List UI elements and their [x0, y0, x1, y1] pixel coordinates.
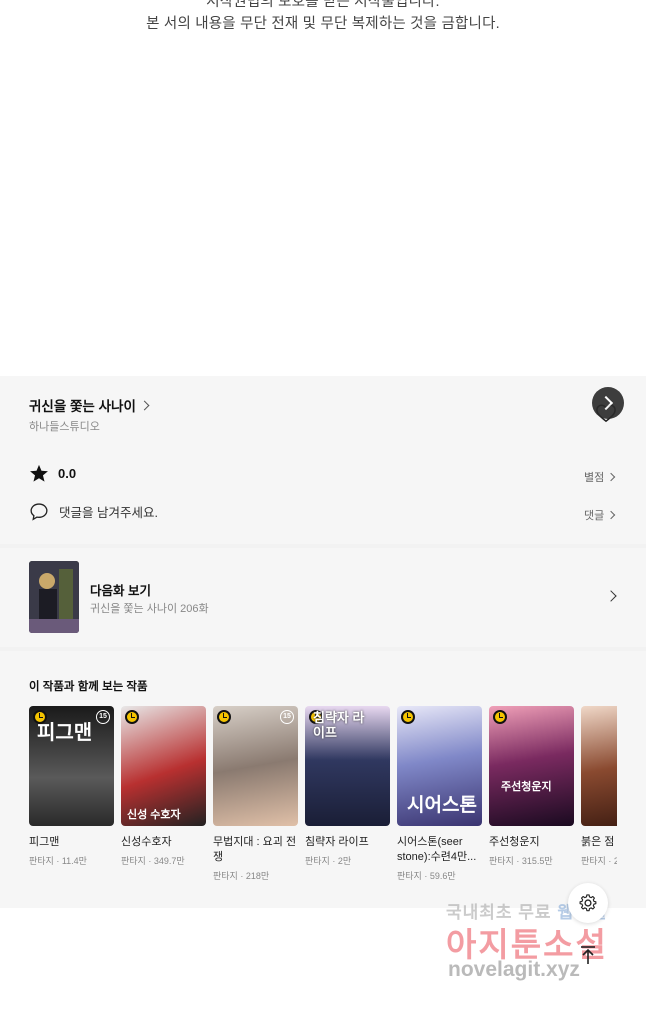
recommendation-cover — [581, 706, 617, 826]
next-episode-thumbnail — [29, 561, 79, 633]
recommendation-card[interactable]: 주선청운지 주선청운지 판타지 · 315.5만 — [489, 706, 574, 867]
recommendation-title: 붉은 점 — [581, 836, 615, 848]
clock-icon — [401, 710, 415, 724]
work-info-section: 귀신을 쫓는 사나이 하나들스튜디오 0.0 별점 댓글을 남겨주세요. 댓글 — [0, 376, 646, 544]
clock-icon — [125, 710, 139, 724]
recommendations-section: 이 작품과 함께 보는 작품 15 피그맨 피그맨 판타지 · 11.4만 신성… — [0, 651, 646, 908]
notice-line-1: 저작권법의 보호를 받는 저작물입니다. — [206, 0, 440, 10]
recommendation-title: 침략자 라이프 — [305, 836, 369, 848]
chevron-right-icon — [607, 472, 616, 482]
rating-value: 0.0 — [58, 466, 77, 481]
chevron-right-icon — [139, 400, 150, 410]
recommendation-title: 신성수호자 — [121, 836, 172, 848]
recommendation-card[interactable]: 신성 수호자 신성수호자 판타지 · 349.7만 — [121, 706, 206, 867]
recommendation-card[interactable]: 붉은 점 판타지 · 2 — [581, 706, 617, 867]
comment-prompt: 댓글을 남겨주세요. — [59, 506, 158, 520]
next-episode-card[interactable]: 다음화 보기 귀신을 쫓는 사나이 206화 — [0, 548, 646, 647]
work-title: 귀신을 쫓는 사나이 — [29, 399, 136, 414]
cover-title: 침략자 라이프 — [313, 710, 365, 740]
scroll-to-top-button[interactable] — [568, 935, 608, 975]
recommendation-title: 피그맨 — [29, 836, 60, 848]
cover-title: 시어스톤 — [407, 795, 477, 816]
chevron-right-icon — [605, 590, 617, 602]
next-episode-subtitle: 귀신을 쫓는 사나이 206화 — [90, 603, 209, 615]
work-title-link[interactable]: 귀신을 쫓는 사나이 — [29, 395, 150, 415]
clock-icon — [493, 710, 507, 724]
bottom-panel: 귀신을 쫓는 사나이 하나들스튜디오 0.0 별점 댓글을 남겨주세요. 댓글 — [0, 376, 646, 908]
recommendation-cover: 침략자 라이프 — [305, 706, 390, 826]
recommendation-meta: 판타지 · 218만 — [213, 871, 270, 881]
recommendation-card[interactable]: 침략자 라이프 침략자 라이프 판타지 · 2만 — [305, 706, 390, 867]
studio-name: 하나들스튜디오 — [29, 421, 100, 433]
recommendation-cover: 신성 수호자 — [121, 706, 206, 826]
watermark-line-3: novelagit.xyz — [448, 958, 580, 981]
recommendation-card[interactable]: 15 무법지대 : 요괴 전쟁 판타지 · 218만 — [213, 706, 298, 882]
recommendation-cover: 시어스톤 — [397, 706, 482, 826]
recommendation-card[interactable]: 15 피그맨 피그맨 판타지 · 11.4만 — [29, 706, 114, 867]
comment-prompt-row[interactable]: 댓글을 남겨주세요. — [29, 502, 158, 521]
recommendation-cover: 주선청운지 — [489, 706, 574, 826]
recommendation-cover: 15 피그맨 — [29, 706, 114, 826]
cover-title: 신성 수호자 — [127, 809, 181, 821]
notice-line-2: 본 서의 내용을 무단 전재 및 무단 복제하는 것을 금합니다. — [146, 16, 500, 32]
age-rating-badge: 15 — [96, 710, 110, 724]
recommendations-heading: 이 작품과 함께 보는 작품 — [29, 681, 148, 693]
recommendation-meta: 판타지 · 2 — [581, 856, 617, 866]
rating-link-label: 별점 — [584, 472, 605, 484]
copyright-notice: 저작권법의 보호를 받는 저작물입니다. 본 서의 내용을 무단 전재 및 무단… — [0, 0, 646, 376]
next-episode-title: 다음화 보기 — [90, 584, 151, 598]
recommendation-meta: 판타지 · 315.5만 — [489, 856, 553, 866]
rating-row: 0.0 — [29, 464, 76, 483]
settings-button[interactable] — [568, 883, 608, 923]
recommendation-meta: 판타지 · 59.6만 — [397, 871, 456, 881]
recommendation-title: 시어스톤(seer stone):수련4만... — [397, 836, 477, 863]
chevron-right-icon — [607, 510, 616, 520]
clock-icon — [217, 710, 231, 724]
gear-icon — [579, 894, 597, 912]
recommendation-title: 무법지대 : 요괴 전쟁 — [213, 836, 297, 863]
age-rating-badge: 15 — [280, 710, 294, 724]
recommendations-carousel: 15 피그맨 피그맨 판타지 · 11.4만 신성 수호자 신성수호자 판타지 … — [29, 706, 617, 906]
speech-bubble-icon — [30, 503, 48, 521]
arrow-up-icon — [581, 946, 595, 964]
cover-title: 주선청운지 — [501, 781, 552, 793]
recommendation-meta: 판타지 · 2만 — [305, 856, 352, 866]
comment-link-label: 댓글 — [584, 510, 605, 522]
recommendation-title: 주선청운지 — [489, 836, 540, 848]
carousel-next-button[interactable] — [592, 387, 624, 419]
recommendation-meta: 판타지 · 349.7만 — [121, 856, 185, 866]
recommendation-cover: 15 — [213, 706, 298, 826]
recommendation-card[interactable]: 시어스톤 시어스톤(seer stone):수련4만... 판타지 · 59.6… — [397, 706, 482, 882]
rating-link[interactable]: 별점 — [584, 469, 616, 485]
comment-link[interactable]: 댓글 — [584, 507, 616, 523]
recommendation-meta: 판타지 · 11.4만 — [29, 856, 87, 866]
cover-title: 피그맨 — [37, 722, 93, 744]
star-icon — [30, 464, 48, 482]
